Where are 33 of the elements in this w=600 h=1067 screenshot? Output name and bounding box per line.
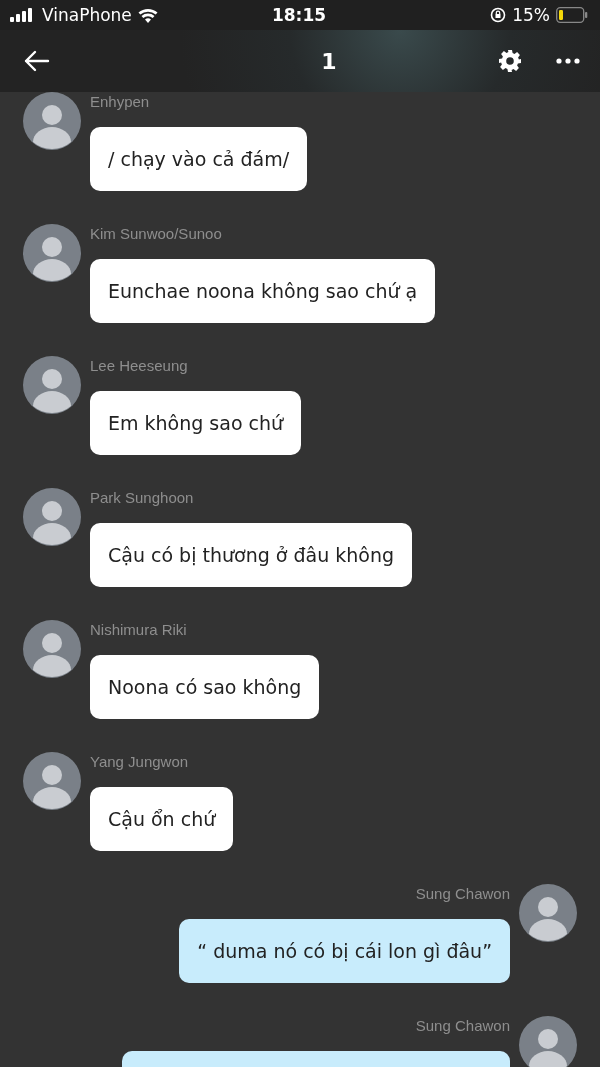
wifi-icon: [137, 7, 158, 23]
avatar-icon[interactable]: [23, 92, 81, 150]
avatar-icon[interactable]: [23, 488, 81, 546]
battery-percent: 15%: [512, 5, 550, 25]
rotation-lock-icon: [490, 7, 507, 23]
message-bubble: “ duma nó có bị cái lon gì đâu”: [179, 919, 510, 983]
avatar-icon[interactable]: [23, 620, 81, 678]
message-bubble: Cậu có bị thương ở đâu không: [90, 523, 412, 587]
sender-name: Lee Heeseung: [90, 356, 188, 375]
sender-name: Sung Chawon: [415, 1016, 510, 1035]
back-button[interactable]: [22, 48, 52, 74]
avatar-icon[interactable]: [519, 1016, 577, 1067]
message-bubble: / chạy vào cả đám/: [90, 127, 308, 191]
carrier-name: VinaPhone: [42, 5, 132, 25]
sender-name: Enhypen: [90, 92, 150, 111]
sender-name: Sung Chawon: [415, 884, 510, 903]
avatar-icon[interactable]: [23, 224, 81, 282]
chat-title: 1: [321, 48, 337, 74]
clock-time: 18:15: [271, 5, 327, 25]
message-bubble: Cậu ổn chứ: [90, 787, 234, 851]
message-bubble: Noona có sao không: [90, 655, 320, 719]
sender-name: Kim Sunwoo/Sunoo: [90, 224, 222, 243]
message-bubble: Em không sao chứ: [90, 391, 302, 455]
avatar-icon[interactable]: [23, 356, 81, 414]
sender-name: Yang Jungwon: [90, 752, 189, 771]
settings-button[interactable]: [496, 47, 524, 75]
message-bubble: Eunchae noona không sao chứ ạ: [90, 259, 436, 323]
avatar-icon[interactable]: [519, 884, 577, 942]
more-button[interactable]: [554, 56, 582, 66]
sender-name: Nishimura Riki: [90, 620, 187, 639]
sender-name: Park Sunghoon: [90, 488, 194, 507]
battery-icon: [556, 7, 588, 23]
avatar-icon[interactable]: [23, 752, 81, 810]
